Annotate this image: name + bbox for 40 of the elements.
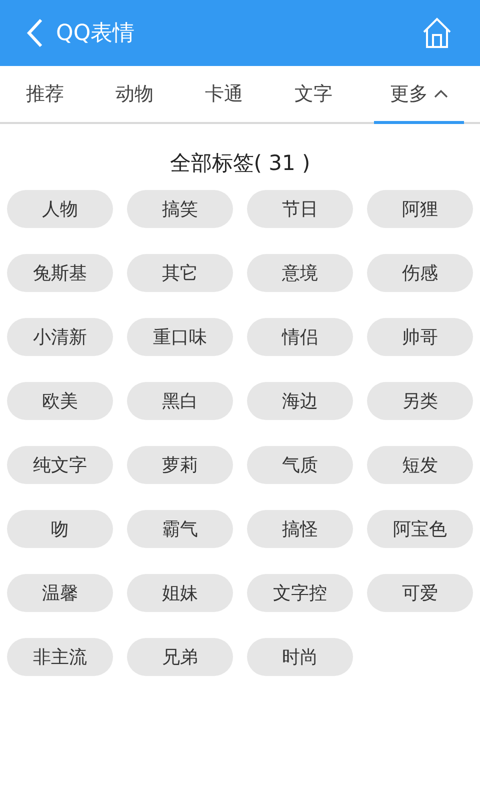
tag-chip[interactable]: 文字控 [247, 574, 353, 612]
tag-chip[interactable]: 短发 [367, 446, 473, 484]
tag-chip[interactable]: 可爱 [367, 574, 473, 612]
tag-chip[interactable]: 节日 [247, 190, 353, 228]
tag-chip[interactable]: 另类 [367, 382, 473, 420]
home-icon[interactable] [422, 17, 452, 49]
tab[interactable]: 卡通 [179, 66, 269, 124]
tag-chip[interactable]: 霸气 [127, 510, 233, 548]
tag-chip[interactable]: 纯文字 [7, 446, 113, 484]
tag-chip[interactable]: 搞笑 [127, 190, 233, 228]
tab[interactable]: 推荐 [0, 66, 90, 124]
tag-chip[interactable]: 温馨 [7, 574, 113, 612]
tag-chip[interactable]: 姐妹 [127, 574, 233, 612]
section-title: 全部标签( 31 ) [168, 150, 312, 177]
tab[interactable]: 更多 [374, 66, 464, 124]
tag-chip[interactable]: 小清新 [7, 318, 113, 356]
back-icon[interactable] [26, 18, 44, 48]
tag-chip[interactable]: 黑白 [127, 382, 233, 420]
tag-chip[interactable]: 人物 [7, 190, 113, 228]
tag-chip[interactable]: 兄弟 [127, 638, 233, 676]
tag-chip[interactable]: 搞怪 [247, 510, 353, 548]
tag-chip[interactable]: 海边 [247, 382, 353, 420]
tag-chip[interactable]: 欧美 [7, 382, 113, 420]
page-title: QQ表情 [56, 20, 136, 48]
tag-chip[interactable]: 时尚 [247, 638, 353, 676]
tag-chip[interactable]: 非主流 [7, 638, 113, 676]
tag-chip[interactable]: 兔斯基 [7, 254, 113, 292]
tag-chip[interactable]: 阿宝色 [367, 510, 473, 548]
tag-chip[interactable]: 意境 [247, 254, 353, 292]
tab[interactable]: 动物 [90, 66, 180, 124]
tag-chip[interactable]: 萝莉 [127, 446, 233, 484]
tag-chip[interactable]: 吻 [7, 510, 113, 548]
tag-chip[interactable]: 气质 [247, 446, 353, 484]
tag-chip[interactable]: 伤感 [367, 254, 473, 292]
tag-chip[interactable]: 其它 [127, 254, 233, 292]
tag-chip[interactable]: 重口味 [127, 318, 233, 356]
tag-chip[interactable]: 情侣 [247, 318, 353, 356]
tag-chip[interactable]: 帅哥 [367, 318, 473, 356]
tag-chip[interactable]: 阿狸 [367, 190, 473, 228]
tab[interactable]: 文字 [268, 66, 358, 124]
